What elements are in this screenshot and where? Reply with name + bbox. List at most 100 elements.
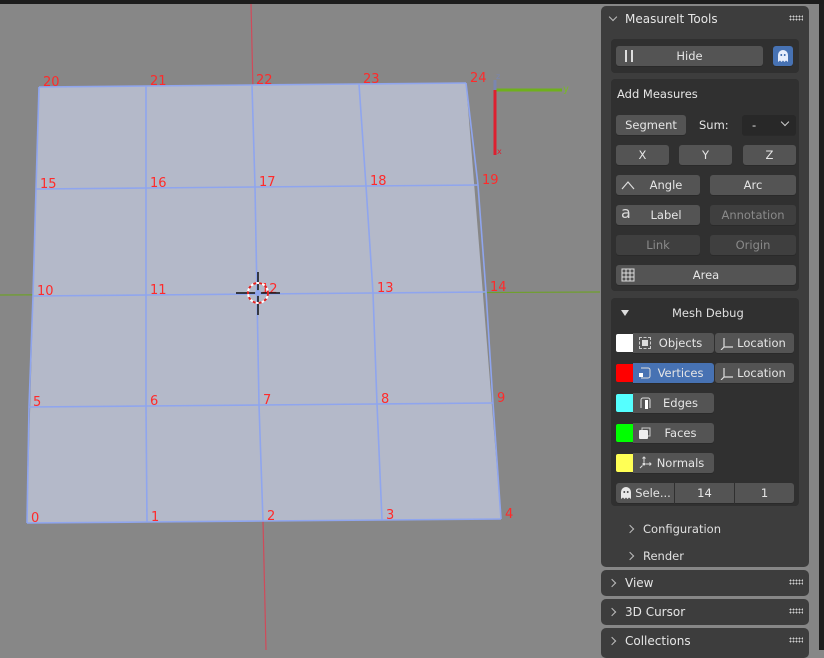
selected-count-field[interactable]: 1 <box>735 483 794 503</box>
objects-toggle[interactable]: Objects <box>633 333 714 353</box>
ghost-icon <box>621 487 631 499</box>
3d-cursor-panel-header[interactable]: 3D Cursor <box>601 599 809 625</box>
vertex-index-label: 23 <box>363 72 380 87</box>
mesh-edge[interactable] <box>258 403 378 406</box>
selected-label: Sele... <box>635 486 671 500</box>
faces-label: Faces <box>664 426 697 440</box>
mesh-debug-header[interactable]: Mesh Debug <box>611 306 799 320</box>
drag-grip-icon[interactable] <box>789 579 803 585</box>
label-button[interactable]: a Label <box>616 205 700 225</box>
mesh-edge[interactable] <box>145 405 148 523</box>
vertices-label: Vertices <box>657 366 704 380</box>
chevron-down-icon <box>609 14 619 24</box>
configuration-subpanel-header[interactable]: Configuration <box>627 522 721 536</box>
vertex-index-label: 7 <box>263 393 271 408</box>
hide-box: Hide <box>611 39 799 73</box>
chevron-right-icon <box>609 578 619 588</box>
vertex-index-label: 2 <box>267 509 275 524</box>
mesh-edge[interactable] <box>145 404 260 407</box>
vertex-index-label: 16 <box>150 176 167 191</box>
hide-label: Hide <box>676 49 703 63</box>
measureit-panel: MeasureIt Tools Hide Add Measures Segmen… <box>601 6 809 567</box>
objects-color-swatch[interactable] <box>616 334 633 352</box>
normals-color-swatch[interactable] <box>616 454 633 472</box>
view-panel[interactable]: View <box>601 570 809 596</box>
vertex-index-label: 20 <box>43 75 60 90</box>
3d-cursor-panel-title: 3D Cursor <box>625 605 686 619</box>
area-button[interactable]: Area <box>616 265 796 285</box>
vertex-index-label: 5 <box>33 395 41 410</box>
chevron-right-icon <box>627 551 637 561</box>
vertex-index-label: 21 <box>150 74 167 89</box>
angle-button[interactable]: Angle <box>616 175 700 195</box>
vertex-index-label: 3 <box>386 508 394 523</box>
mesh-edge[interactable] <box>28 405 147 408</box>
vertex-index-label: 4 <box>505 507 513 522</box>
object-icon <box>639 337 651 349</box>
configuration-label: Configuration <box>643 522 721 536</box>
collections-panel-header[interactable]: Collections <box>601 628 809 654</box>
gizmo-z-label: z <box>496 72 500 81</box>
arc-button[interactable]: Arc <box>710 175 796 195</box>
mesh-plane[interactable] <box>26 82 502 524</box>
ghost-icon <box>778 50 788 62</box>
sidebar-region-edge[interactable] <box>809 4 819 650</box>
annotation-button[interactable]: Annotation <box>710 205 796 225</box>
vertex-index-label: 1 <box>151 510 159 525</box>
sum-value: - <box>752 118 757 132</box>
edge-icon <box>640 397 651 409</box>
selected-start-field[interactable]: 14 <box>675 483 734 503</box>
label-label: Label <box>650 208 682 222</box>
vertex-index-label: 19 <box>482 173 499 188</box>
origin-button[interactable]: Origin <box>710 235 796 255</box>
mesh-edge[interactable] <box>26 521 148 524</box>
vertex-index-label: 13 <box>377 281 394 296</box>
segment-button[interactable]: Segment <box>616 115 686 135</box>
selected-toggle[interactable]: Sele... <box>616 483 674 503</box>
angle-icon <box>621 181 635 190</box>
normals-toggle[interactable]: Normals <box>633 453 714 473</box>
drag-grip-icon[interactable] <box>789 637 803 643</box>
vertex-index-label: 22 <box>256 73 273 88</box>
view-panel-header[interactable]: View <box>601 570 809 596</box>
collections-panel[interactable]: Collections <box>601 628 809 658</box>
mesh-edge[interactable] <box>262 519 383 522</box>
view-panel-title: View <box>625 576 654 590</box>
vertices-color-swatch[interactable] <box>616 364 633 382</box>
hide-button[interactable]: Hide <box>616 46 763 66</box>
chevron-right-icon <box>609 636 619 646</box>
objects-location-toggle[interactable]: Location <box>715 333 794 353</box>
y-button[interactable]: Y <box>679 145 732 165</box>
vertex-index-label: 14 <box>490 280 507 295</box>
render-subpanel-header[interactable]: Render <box>627 549 684 563</box>
faces-color-swatch[interactable] <box>616 424 633 442</box>
link-button[interactable]: Link <box>616 235 700 255</box>
measureit-panel-header[interactable]: MeasureIt Tools <box>601 6 809 32</box>
edges-label: Edges <box>663 396 698 410</box>
triangle-down-icon <box>621 310 629 316</box>
gizmo-y-label: y <box>563 84 569 95</box>
chevron-right-icon <box>627 524 637 534</box>
mesh-edge[interactable] <box>376 402 494 405</box>
vertices-toggle[interactable]: Vertices <box>633 363 714 383</box>
z-button[interactable]: Z <box>743 145 796 165</box>
vertex-index-label: 0 <box>31 511 39 526</box>
vertex-index-label: 18 <box>370 174 387 189</box>
ghost-toggle-button[interactable] <box>773 46 793 66</box>
vertices-location-label: Location <box>737 366 786 380</box>
mesh-edge[interactable] <box>381 518 502 521</box>
drag-grip-icon[interactable] <box>789 608 803 614</box>
vertices-location-toggle[interactable]: Location <box>715 363 794 383</box>
3d-cursor-panel[interactable]: 3D Cursor <box>601 599 809 625</box>
x-button[interactable]: X <box>616 145 669 165</box>
edges-color-swatch[interactable] <box>616 394 633 412</box>
edges-toggle[interactable]: Edges <box>633 393 714 413</box>
sidebar: MeasureIt Tools Hide Add Measures Segmen… <box>601 4 809 658</box>
mesh-edge[interactable] <box>146 520 264 523</box>
angle-label: Angle <box>649 178 683 192</box>
faces-toggle[interactable]: Faces <box>633 423 714 443</box>
chevron-right-icon <box>609 607 619 617</box>
sum-dropdown[interactable]: - <box>742 115 796 135</box>
drag-grip-icon[interactable] <box>789 15 803 21</box>
add-measures-title: Add Measures <box>617 87 698 101</box>
